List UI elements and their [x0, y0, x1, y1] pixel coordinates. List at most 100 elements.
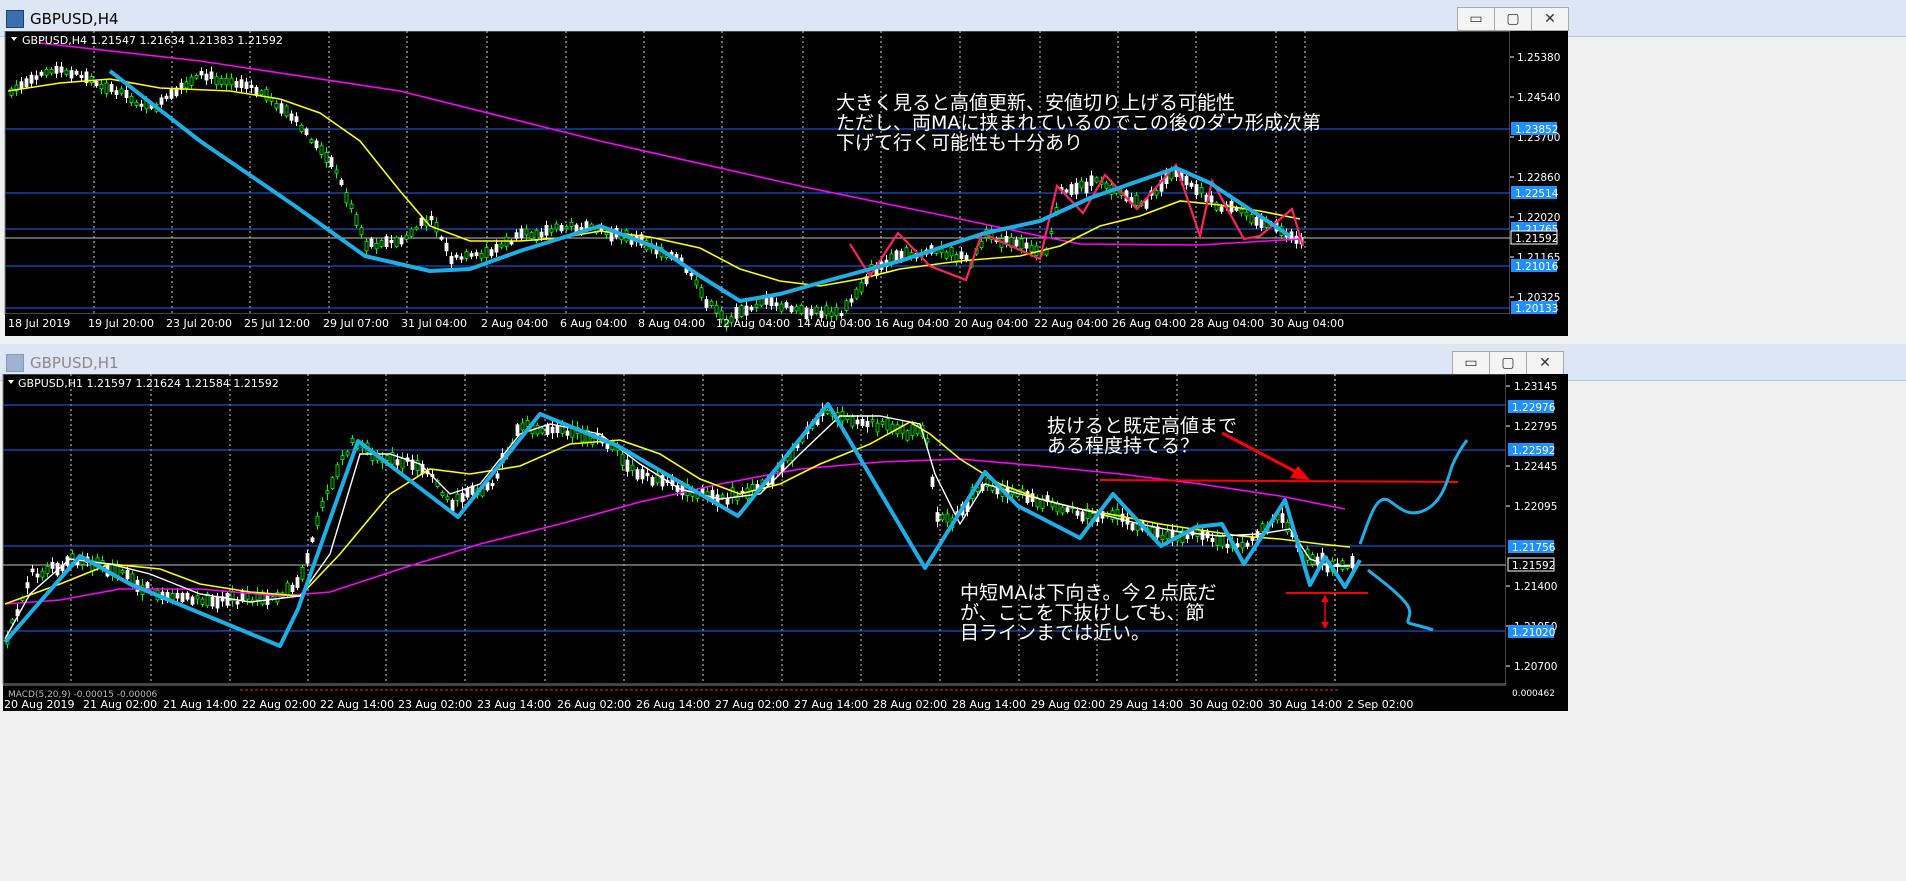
candle-body	[429, 215, 434, 221]
close-button[interactable]: ✕	[1531, 7, 1569, 31]
candle-body	[434, 221, 439, 233]
date-tick-label: 20 Aug 04:00	[954, 317, 1028, 330]
price-tick-label: 1.20700	[1514, 661, 1557, 673]
price-tick-label: 1.22795	[1514, 421, 1557, 433]
chart-window-h1: GBPUSD,H1 ▭ ▢ ✕ 1.23145 1.22795 1.22445 1.2…	[0, 344, 1906, 881]
candle-body	[239, 79, 244, 89]
price-tick-label: 1.25380	[1517, 52, 1560, 64]
candle-body	[704, 299, 709, 308]
candle-body	[1260, 523, 1265, 532]
candle-body	[784, 302, 789, 308]
minimize-button[interactable]: ▭	[1457, 7, 1495, 31]
candle-body	[789, 305, 794, 313]
candle-body	[99, 83, 104, 90]
candle-body	[139, 103, 144, 107]
candle-body	[309, 138, 314, 143]
candle-body	[745, 487, 750, 500]
candle-body	[339, 179, 344, 186]
candle-body	[64, 69, 69, 75]
candle-body	[175, 592, 180, 599]
candle-body	[944, 251, 949, 259]
candle-body	[214, 76, 219, 86]
price-tick-label: 1.22860	[1517, 172, 1560, 184]
date-tick-label: 6 Aug 04:00	[560, 317, 627, 330]
candle-body	[439, 236, 444, 240]
date-tick-label: 28 Aug 02:00	[873, 698, 947, 711]
macd-value: 0.000462	[1512, 689, 1555, 699]
candle-body	[69, 70, 74, 79]
candle-body	[40, 570, 45, 578]
annotation-line-2: ある程度持てる？	[1047, 435, 1199, 457]
candle-body	[564, 226, 569, 230]
candle-body	[305, 553, 310, 564]
candle-body	[419, 217, 424, 227]
candle-body	[1024, 242, 1029, 249]
candle-body	[779, 303, 784, 312]
candle-body	[54, 65, 59, 74]
candle-body	[264, 88, 269, 101]
candle-body	[104, 82, 109, 94]
candle-body	[364, 241, 369, 252]
candle-body	[44, 69, 49, 76]
date-tick-label: 2 Aug 04:00	[481, 317, 548, 330]
svg-text:1.22592: 1.22592	[1512, 445, 1555, 457]
candle-body	[295, 577, 300, 588]
candle-body	[324, 152, 329, 163]
candle-body	[1199, 186, 1204, 194]
svg-text:1.20133: 1.20133	[1515, 303, 1558, 315]
candle-body	[409, 228, 414, 237]
candle-body	[1075, 510, 1080, 516]
candle-body	[79, 74, 84, 78]
candle-body	[1060, 506, 1065, 514]
candle-body	[1184, 175, 1189, 186]
candle-body	[359, 227, 364, 236]
candle-body	[169, 88, 174, 99]
candle-body	[524, 228, 529, 236]
date-tick-label: 22 Aug 04:00	[1034, 317, 1108, 330]
maximize-button[interactable]: ▢	[1494, 7, 1532, 31]
maximize-button[interactable]: ▢	[1489, 351, 1527, 375]
candle-body	[34, 75, 39, 80]
date-tick-label: 31 Jul 04:00	[401, 317, 467, 330]
candle-body	[19, 81, 24, 90]
candle-body	[590, 437, 595, 445]
candle-body	[1055, 503, 1060, 513]
candle-body	[549, 228, 554, 233]
close-button[interactable]: ✕	[1526, 351, 1564, 375]
candle-body	[569, 221, 574, 227]
price-chart-h1[interactable]: 1.23145 1.22795 1.22445 1.22095 1.21400 1.210…	[0, 374, 1568, 711]
candle-body	[394, 236, 399, 248]
candle-body	[400, 458, 405, 469]
svg-text:1.21756: 1.21756	[1512, 542, 1556, 554]
candle-body	[1285, 521, 1290, 533]
minimize-button[interactable]: ▭	[1452, 351, 1490, 375]
date-tick-label: 21 Aug 14:00	[163, 698, 237, 711]
candle-body	[859, 281, 864, 293]
candle-body	[209, 71, 214, 80]
candle-body	[1074, 182, 1079, 195]
candle-body	[854, 288, 859, 299]
candle-body	[1014, 239, 1019, 247]
candle-body	[1064, 189, 1069, 193]
candle-body	[565, 430, 570, 436]
candle-body	[215, 596, 220, 609]
candle-body	[345, 451, 350, 456]
annotation-line-3: 目ラインまでは近い。	[960, 622, 1150, 644]
window-title: GBPUSD,H4	[30, 10, 119, 28]
candle-body	[694, 279, 699, 286]
price-chart-h4[interactable]: 1.253801.245401.237001.228601.220201.211…	[0, 31, 1568, 336]
candle-body	[844, 300, 849, 311]
candle-body	[529, 232, 534, 239]
price-level-tag: 1.21756	[1508, 540, 1556, 554]
candle-body	[555, 424, 560, 434]
candle-body	[254, 86, 259, 96]
candle-body	[385, 455, 390, 461]
candle-body	[440, 492, 445, 497]
date-tick-label: 26 Aug 04:00	[1112, 317, 1186, 330]
candle-body	[554, 223, 559, 230]
candle-body	[829, 311, 834, 317]
candle-body	[949, 247, 954, 257]
candle-body	[1244, 211, 1249, 217]
candle-body	[59, 66, 64, 73]
date-tick-label: 16 Aug 04:00	[875, 317, 949, 330]
